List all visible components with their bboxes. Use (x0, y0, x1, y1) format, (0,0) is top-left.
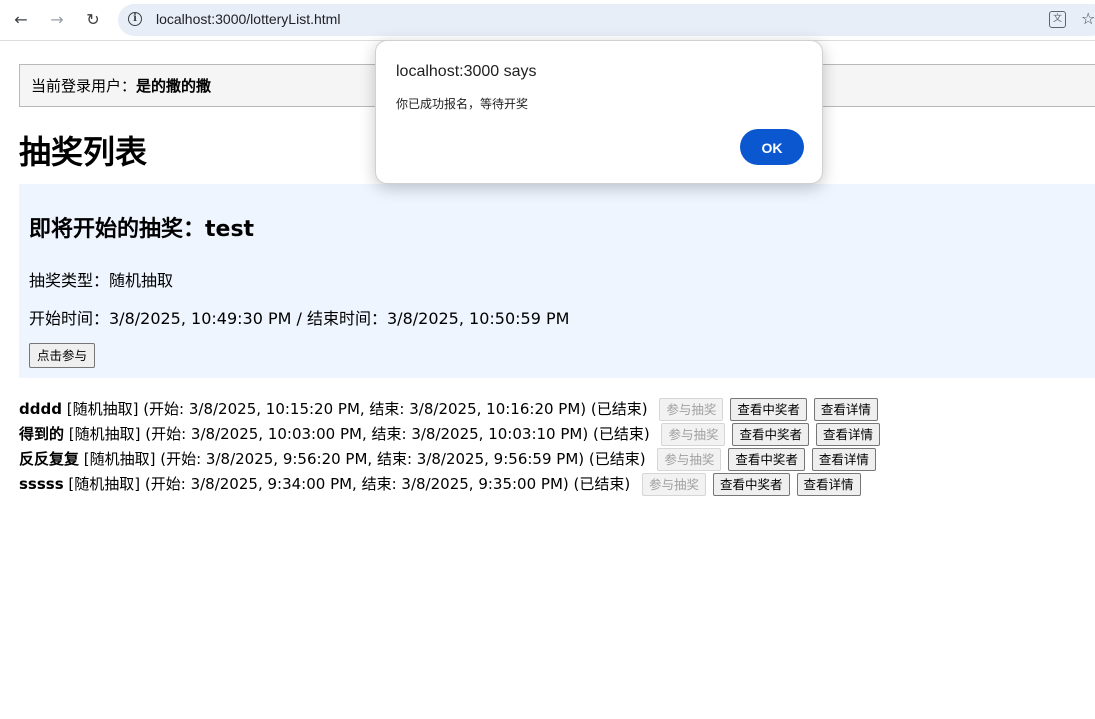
dialog-message: 你已成功报名，等待开奖 (396, 97, 529, 111)
participate-button[interactable]: 参与抽奖 (659, 398, 724, 421)
lottery-name: 反反复复 (19, 450, 80, 468)
back-icon[interactable]: ← (9, 8, 33, 32)
view-winners-button[interactable]: 查看中奖者 (730, 398, 807, 421)
lottery-name: dddd (19, 400, 62, 418)
view-details-button[interactable]: 查看详情 (813, 398, 878, 421)
lottery-info: [随机抽取] (开始: 3/8/2025, 10:03:00 PM, 结束: 3… (64, 425, 650, 443)
address-bar[interactable]: i localhost:3000/lotteryList.html 文 ☆ (118, 4, 1095, 36)
view-details-button[interactable]: 查看详情 (811, 448, 876, 471)
bookmark-star-icon[interactable]: ☆ (1081, 9, 1095, 28)
view-details-button[interactable]: 查看详情 (796, 473, 861, 496)
view-details-button[interactable]: 查看详情 (815, 423, 880, 446)
dialog-title: localhost:3000 says (396, 63, 537, 80)
lottery-list: dddd [随机抽取] (开始: 3/8/2025, 10:15:20 PM, … (19, 397, 1095, 497)
lottery-info: [随机抽取] (开始: 3/8/2025, 9:34:00 PM, 结束: 3/… (63, 475, 631, 493)
reload-icon[interactable]: ↻ (81, 8, 105, 32)
browser-toolbar: ← → ↻ i localhost:3000/lotteryList.html … (0, 0, 1095, 41)
join-lottery-button[interactable]: 点击参与 (29, 343, 96, 368)
view-winners-button[interactable]: 查看中奖者 (728, 448, 805, 471)
participate-button[interactable]: 参与抽奖 (657, 448, 722, 471)
upcoming-lottery-type: 抽奖类型：随机抽取 (29, 271, 174, 290)
translate-icon[interactable]: 文 (1049, 11, 1066, 28)
view-winners-button[interactable]: 查看中奖者 (713, 473, 790, 496)
forward-icon[interactable]: → (45, 8, 69, 32)
lottery-name: 得到的 (19, 425, 65, 443)
lottery-row: dddd [随机抽取] (开始: 3/8/2025, 10:15:20 PM, … (19, 397, 1095, 422)
lottery-row: 反反复复 [随机抽取] (开始: 3/8/2025, 9:56:20 PM, 结… (19, 447, 1095, 472)
current-username: 是的撒的撒 (136, 77, 212, 95)
upcoming-lottery-title: 即将开始的抽奖：test (29, 217, 255, 242)
current-user-label: 当前登录用户： (31, 77, 137, 95)
ok-button[interactable]: OK (740, 129, 804, 165)
lottery-name: sssss (19, 475, 64, 493)
lottery-row: sssss [随机抽取] (开始: 3/8/2025, 9:34:00 PM, … (19, 472, 1095, 497)
info-icon[interactable]: i (128, 12, 142, 26)
url-text[interactable]: localhost:3000/lotteryList.html (156, 11, 340, 27)
upcoming-lottery-time: 开始时间：3/8/2025, 10:49:30 PM / 结束时间：3/8/20… (29, 309, 570, 328)
participate-button[interactable]: 参与抽奖 (642, 473, 707, 496)
page-title: 抽奖列表 (19, 133, 148, 171)
upcoming-lottery-panel: 即将开始的抽奖：test 抽奖类型：随机抽取 开始时间：3/8/2025, 10… (19, 184, 1095, 378)
alert-dialog: localhost:3000 says 你已成功报名，等待开奖 OK (375, 40, 823, 184)
lottery-info: [随机抽取] (开始: 3/8/2025, 9:56:20 PM, 结束: 3/… (79, 450, 646, 468)
view-winners-button[interactable]: 查看中奖者 (732, 423, 809, 446)
lottery-row: 得到的 [随机抽取] (开始: 3/8/2025, 10:03:00 PM, 结… (19, 422, 1095, 447)
participate-button[interactable]: 参与抽奖 (661, 423, 726, 446)
lottery-info: [随机抽取] (开始: 3/8/2025, 10:15:20 PM, 结束: 3… (61, 400, 648, 418)
